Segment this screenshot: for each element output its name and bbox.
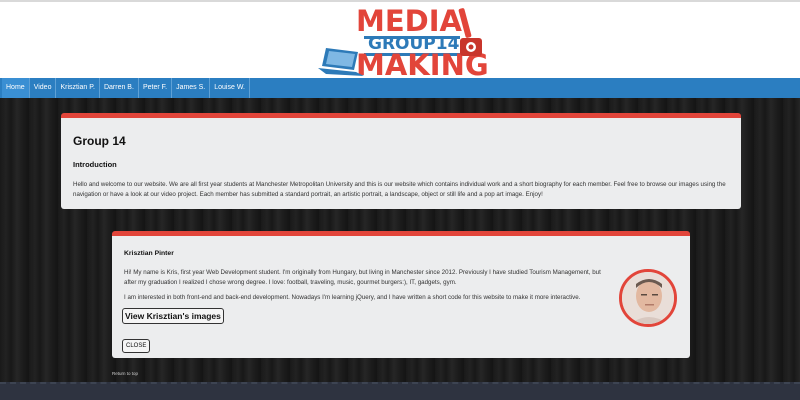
- footer-strip: [0, 382, 800, 400]
- nav-item-home[interactable]: Home: [2, 78, 30, 98]
- nav-item-james[interactable]: James S.: [172, 78, 211, 98]
- member-bio-secondary: I am interested in both front-end and ba…: [124, 294, 581, 301]
- view-images-button[interactable]: View Krisztian's images: [122, 308, 224, 324]
- member-bio: Hi! My name is Kris, first year Web Deve…: [124, 269, 601, 286]
- intro-card: Group 14 Introduction Hello and welcome …: [61, 113, 741, 209]
- member-card: Krisztian Pinter Hi! My name is Kris, fi…: [112, 231, 690, 358]
- camera-icon: [458, 8, 482, 56]
- logo-word-media: MEDIA: [356, 4, 462, 38]
- laptop-icon: [318, 48, 364, 76]
- site-header: MEDIA GROUP14 MAKING: [0, 0, 800, 80]
- nav-item-video[interactable]: Video: [30, 78, 57, 98]
- main-nav: Home Video Krisztian P. Darren B. Peter …: [0, 78, 800, 98]
- nav-item-krisztian[interactable]: Krisztian P.: [56, 78, 100, 98]
- return-to-top-link[interactable]: Return to top: [112, 371, 138, 376]
- close-button[interactable]: CLOSE: [122, 339, 151, 353]
- site-logo[interactable]: MEDIA GROUP14 MAKING: [318, 4, 489, 80]
- page-title: Group 14: [73, 134, 126, 148]
- intro-text: Hello and welcome to our website. We are…: [73, 181, 726, 198]
- member-name: Krisztian Pinter: [124, 250, 174, 257]
- intro-heading: Introduction: [73, 160, 117, 169]
- nav-item-darren[interactable]: Darren B.: [100, 78, 139, 98]
- nav-item-peter[interactable]: Peter F.: [139, 78, 173, 98]
- portrait-photo: [622, 272, 674, 324]
- avatar: [619, 269, 677, 327]
- nav-item-louise[interactable]: Louise W.: [210, 78, 250, 98]
